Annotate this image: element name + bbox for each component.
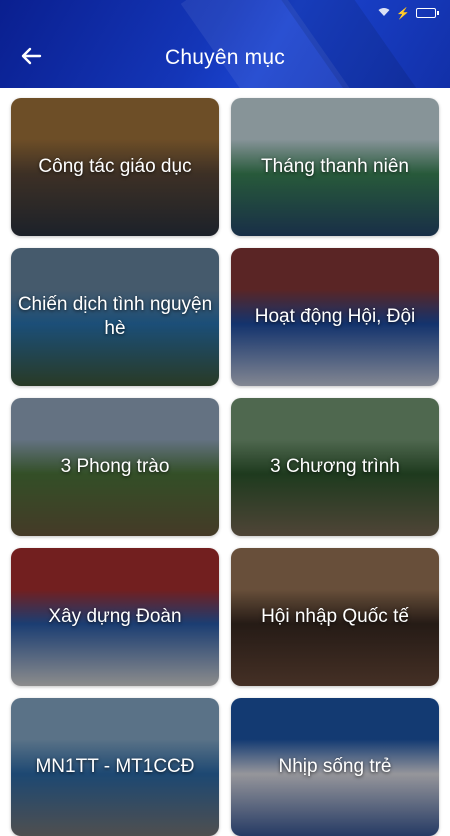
category-label: Công tác giáo dục [38,156,192,177]
battery-icon [416,8,439,18]
status-bar: ⚡ [0,0,450,26]
category-label: Hoạt động Hội, Đội [254,306,416,327]
category-label: Tháng thanh niên [261,156,409,177]
category-grid: Công tác giáo dục Tháng thanh niên Chiến… [0,88,450,836]
category-card-chien-dich-tinh-nguyen-he[interactable]: Chiến dịch tình nguyện hè [11,248,219,386]
category-card-hoi-nhap-quoc-te[interactable]: Hội nhập Quốc tế [231,548,439,686]
category-card-cong-tac-giao-duc[interactable]: Công tác giáo dục [11,98,219,236]
category-label: 3 Phong trào [60,456,170,477]
category-card-mn1tt-mt1ccd[interactable]: MN1TT - MT1CCĐ [11,698,219,836]
category-label: 3 Chương trình [270,456,400,477]
wifi-icon [378,6,390,20]
category-card-3-chuong-trinh[interactable]: 3 Chương trình [231,398,439,536]
category-label: MN1TT - MT1CCĐ [35,756,195,777]
category-card-thang-thanh-nien[interactable]: Tháng thanh niên [231,98,439,236]
page-title: Chuyên mục [165,46,285,69]
bolt-icon: ⚡ [396,7,410,20]
app-header: ⚡ Chuyên mục [0,0,450,88]
category-card-3-phong-trao[interactable]: 3 Phong trào [11,398,219,536]
category-label: Nhịp sống trẻ [278,756,392,777]
category-label: Xây dựng Đoàn [48,606,182,627]
category-label: Chiến dịch tình nguyện hè [17,294,213,339]
category-card-xay-dung-doan[interactable]: Xây dựng Đoàn [11,548,219,686]
category-card-hoat-dong-hoi-doi[interactable]: Hoạt động Hội, Đội [231,248,439,386]
category-label: Hội nhập Quốc tế [261,606,409,627]
category-card-nhip-song-tre[interactable]: Nhịp sống trẻ [231,698,439,836]
